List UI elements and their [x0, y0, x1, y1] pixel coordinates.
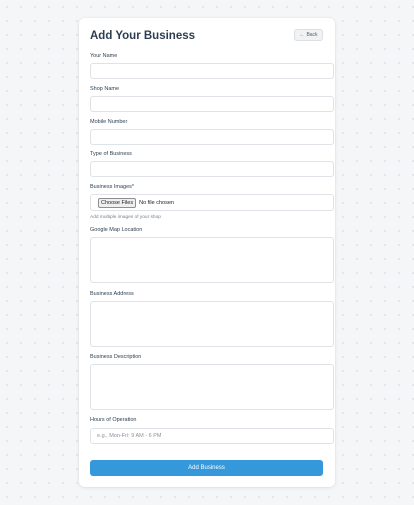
your-name-label: Your Name — [90, 53, 118, 59]
mobile-number-input[interactable] — [90, 129, 334, 145]
type-of-business-label: Type of Business — [90, 151, 132, 157]
add-business-card: Add Your Business ← Back Your Name Shop … — [79, 18, 335, 487]
business-images-hint: Add multiple images of your shop — [90, 215, 161, 220]
back-button-label: Back — [306, 32, 318, 38]
business-images-label: Business Images* — [90, 184, 135, 190]
mobile-number-label: Mobile Number — [90, 119, 128, 125]
choose-files-button[interactable]: Choose Files — [98, 197, 137, 208]
business-address-label: Business Address — [90, 291, 134, 297]
shop-name-label: Shop Name — [90, 86, 120, 92]
business-address-textarea[interactable] — [90, 301, 334, 347]
your-name-input[interactable] — [90, 63, 334, 79]
shop-name-input[interactable] — [90, 96, 334, 112]
business-description-textarea[interactable] — [90, 364, 334, 410]
google-map-location-label: Google Map Location — [90, 227, 143, 233]
add-business-button[interactable]: Add Business — [90, 460, 323, 476]
page-title: Add Your Business — [90, 30, 196, 42]
back-button[interactable]: ← Back — [294, 29, 323, 41]
hours-of-operation-label: Hours of Operation — [90, 417, 137, 423]
business-description-label: Business Description — [90, 354, 142, 360]
arrow-left-icon: ← — [299, 32, 305, 38]
hours-of-operation-input[interactable] — [90, 428, 334, 444]
business-images-file-input[interactable]: Choose Files No file chosen — [90, 194, 334, 211]
file-status-text: No file chosen — [139, 199, 174, 206]
google-map-location-textarea[interactable] — [90, 237, 334, 283]
type-of-business-input[interactable] — [90, 161, 334, 177]
